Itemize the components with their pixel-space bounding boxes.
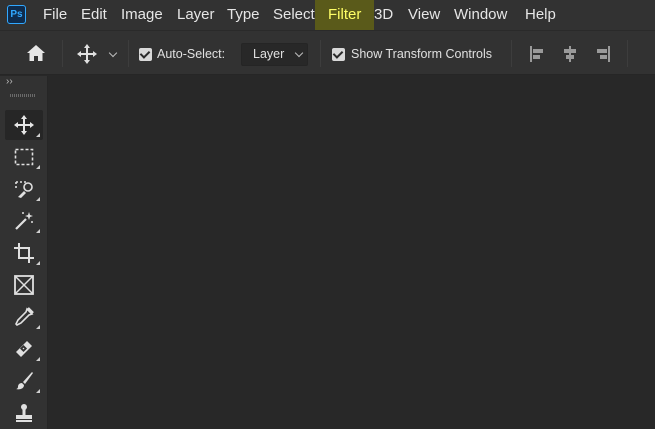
document-canvas-area[interactable]	[49, 76, 655, 429]
chevron-down-icon	[294, 48, 304, 58]
clone-stamp-icon	[16, 404, 32, 422]
move-tool-preset-icon[interactable]	[76, 43, 98, 65]
brush-tool[interactable]	[5, 366, 43, 396]
align-horizontal-centers-icon[interactable]	[561, 45, 579, 63]
tool-group-indicator	[36, 389, 40, 393]
menu-window[interactable]: Window	[448, 0, 513, 30]
healing-bandage-icon	[16, 341, 32, 357]
auto-select-label: Auto-Select:	[157, 47, 226, 61]
menu-bar: Ps File Edit Image Layer Type Select Fil…	[0, 0, 655, 30]
panel-grip-handle[interactable]	[10, 94, 36, 97]
menu-layer[interactable]: Layer	[171, 0, 221, 30]
frame-icon	[14, 275, 34, 295]
menu-image[interactable]: Image	[115, 0, 169, 30]
eyedropper-tool[interactable]	[5, 302, 43, 332]
separator	[511, 40, 512, 67]
tool-group-indicator	[36, 261, 40, 265]
eyedropper-icon	[15, 307, 34, 326]
brush-icon	[16, 372, 33, 390]
menu-3d[interactable]: 3D	[368, 0, 399, 30]
tool-group-indicator	[36, 133, 40, 137]
auto-select-checkbox[interactable]	[139, 48, 152, 61]
crop-tool[interactable]	[5, 238, 43, 268]
menu-type[interactable]: Type	[221, 0, 266, 30]
show-transform-controls-checkbox[interactable]	[332, 48, 345, 61]
menu-filter[interactable]: Filter	[315, 0, 375, 30]
tools-panel: ››	[0, 76, 48, 429]
menu-help[interactable]: Help	[519, 0, 562, 30]
align-right-edges-icon[interactable]	[594, 45, 612, 63]
menu-file[interactable]: File	[37, 0, 73, 30]
show-transform-controls-label: Show Transform Controls	[351, 47, 493, 61]
menu-select[interactable]: Select	[267, 0, 321, 30]
options-bar: Auto-Select: Layer Show Transform Contro…	[0, 30, 655, 75]
tool-group-indicator	[36, 229, 40, 233]
tool-group-indicator	[36, 165, 40, 169]
auto-select-target-value: Layer	[253, 47, 285, 61]
move-icon	[14, 115, 34, 135]
object-selection-tool[interactable]	[5, 174, 43, 204]
object-selection-icon	[15, 181, 33, 198]
crop-icon	[14, 243, 34, 263]
tool-preset-chevron-down-icon[interactable]	[108, 48, 118, 58]
move-tool[interactable]	[5, 110, 43, 140]
tool-group-indicator	[36, 197, 40, 201]
auto-select-target-dropdown[interactable]: Layer	[241, 43, 308, 66]
separator	[62, 40, 63, 67]
magic-wand-tool[interactable]	[5, 206, 43, 236]
separator	[128, 40, 129, 67]
menu-edit[interactable]: Edit	[75, 0, 113, 30]
photoshop-logo-icon[interactable]: Ps	[7, 5, 26, 24]
align-left-edges-icon[interactable]	[528, 45, 546, 63]
tool-group-indicator	[36, 357, 40, 361]
magic-wand-icon	[15, 212, 33, 230]
menu-view[interactable]: View	[402, 0, 446, 30]
collapse-panel-icon[interactable]: ››	[6, 76, 13, 87]
tool-group-indicator	[36, 325, 40, 329]
frame-tool[interactable]	[5, 270, 43, 300]
rectangular-marquee-icon	[14, 148, 34, 166]
separator	[627, 40, 628, 67]
rectangular-marquee-tool[interactable]	[5, 142, 43, 172]
home-icon[interactable]	[25, 43, 47, 63]
clone-stamp-tool[interactable]	[5, 398, 43, 428]
separator	[320, 40, 321, 67]
spot-healing-brush-tool[interactable]	[5, 334, 43, 364]
